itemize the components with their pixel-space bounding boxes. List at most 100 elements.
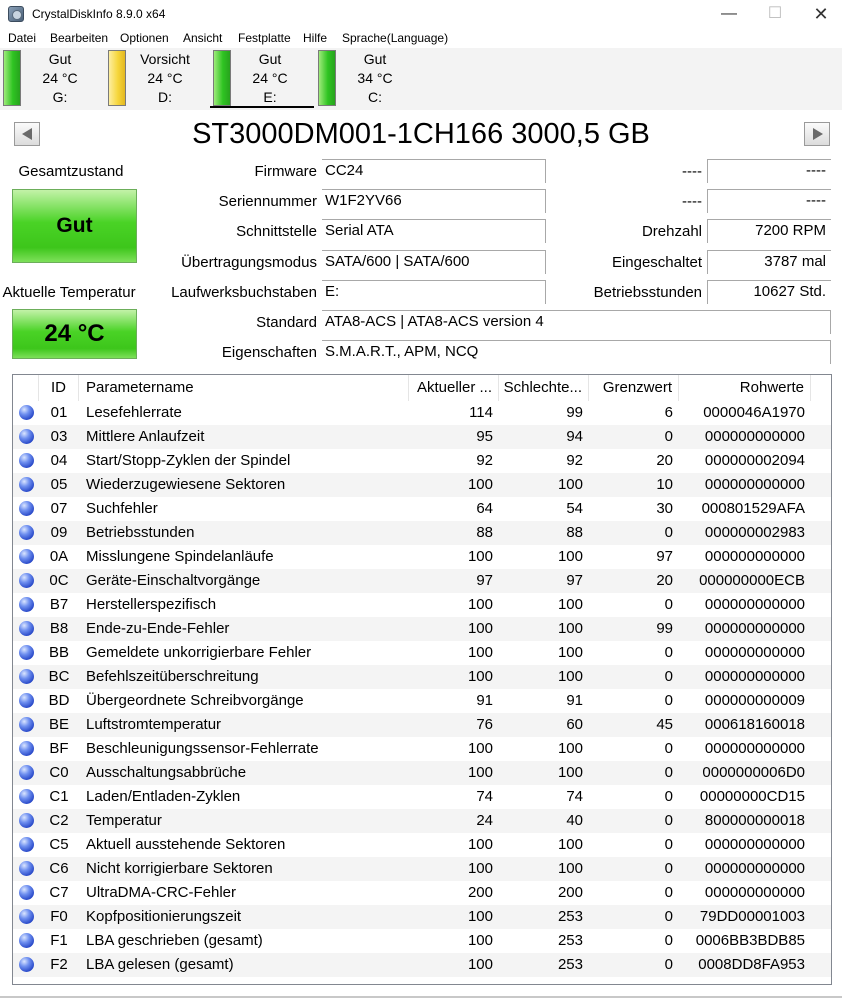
table-row[interactable]: BD Übergeordnete Schreibvorgänge 91 91 0 0000… <box>13 689 831 713</box>
table-row[interactable]: 01 Lesefehlerrate 114 99 6 0000046A1970 <box>13 401 831 425</box>
attr-id: F0 <box>50 908 68 925</box>
status-dot-icon <box>19 573 34 588</box>
attr-id: 07 <box>50 500 68 517</box>
column-header-status[interactable] <box>13 375 39 401</box>
attr-raw-value: 000801529AFA <box>701 500 805 517</box>
table-row[interactable]: C1 Laden/Entladen-Zyklen 74 74 0 00000000CD15 <box>13 785 831 809</box>
attr-name: Misslungene Spindelanläufe <box>86 548 274 565</box>
menu-festplatte[interactable]: Festplatte <box>238 31 291 45</box>
attr-id: 09 <box>50 524 68 541</box>
attr-name: Mittlere Anlaufzeit <box>86 428 205 445</box>
close-button[interactable]: ✕ <box>798 0 842 28</box>
attr-current: 92 <box>476 452 493 469</box>
attr-threshold: 20 <box>656 452 673 469</box>
column-header-id[interactable]: ID <box>39 375 79 401</box>
attr-threshold: 0 <box>664 836 673 853</box>
health-status-badge[interactable]: Gut <box>12 189 137 263</box>
table-row[interactable]: C0 Ausschaltungsabbrüche 100 100 0 0000000006… <box>13 761 831 785</box>
temperature-badge[interactable]: 24 °C <box>12 309 137 359</box>
table-row[interactable]: F0 Kopfpositionierungszeit 100 253 0 79DD0000… <box>13 905 831 929</box>
attr-threshold: 99 <box>656 620 673 637</box>
attr-name: Ausschaltungsabbrüche <box>86 764 247 781</box>
attr-worst: 253 <box>557 956 583 973</box>
previous-disk-button[interactable] <box>14 122 40 146</box>
attr-worst: 253 <box>557 908 583 925</box>
disk-tab-g[interactable]: Gut 24 °C G: <box>0 48 104 108</box>
attr-id: 01 <box>50 404 68 421</box>
table-row[interactable]: BB Gemeldete unkorrigierbare Fehler 100 100… <box>13 641 831 665</box>
menu-optionen[interactable]: Optionen <box>120 31 169 45</box>
attr-raw-value: 0006BB3BDB85 <box>695 932 805 949</box>
attr-threshold: 0 <box>664 884 673 901</box>
table-row[interactable]: 04 Start/Stopp-Zyklen der Spindel 92 92 20 00… <box>13 449 831 473</box>
attr-worst: 100 <box>557 596 583 613</box>
right-label-1: ---- <box>682 163 702 180</box>
status-dot-icon <box>19 861 34 876</box>
disk-tab-d[interactable]: Vorsicht 24 °C D: <box>105 48 209 108</box>
attr-current: 100 <box>467 740 493 757</box>
column-header-worst[interactable]: Schlechte... <box>499 375 589 401</box>
attr-threshold: 0 <box>664 668 673 685</box>
table-row[interactable]: C5 Aktuell ausstehende Sektoren 100 100 0 000… <box>13 833 831 857</box>
table-row[interactable]: 0A Misslungene Spindelanläufe 100 100 97 0000… <box>13 545 831 569</box>
maximize-button[interactable]: ☐ <box>752 0 798 28</box>
status-dot-icon <box>19 669 34 684</box>
power-on-count-label: Eingeschaltet <box>611 254 702 271</box>
table-row[interactable]: 03 Mittlere Anlaufzeit 95 94 0 000000000000 <box>13 425 831 449</box>
minimize-button[interactable]: — <box>706 0 752 28</box>
attr-id: BB <box>48 644 69 661</box>
table-row[interactable]: C6 Nicht korrigierbare Sektoren 100 100 0 000… <box>13 857 831 881</box>
smart-attributes-table[interactable]: ID Parametername Aktueller ... Schlechte… <box>12 374 832 985</box>
attr-name: Kopfpositionierungszeit <box>86 908 242 925</box>
health-indicator-bar <box>318 50 336 106</box>
status-dot-icon <box>19 717 34 732</box>
attr-id: B7 <box>49 596 69 613</box>
table-row[interactable]: 07 Suchfehler 64 54 30 000801529AFA <box>13 497 831 521</box>
table-row[interactable]: B7 Herstellerspezifisch 100 100 0 00000000000… <box>13 593 831 617</box>
menu-datei[interactable]: Datei <box>8 31 36 45</box>
table-row[interactable]: F2 LBA gelesen (gesamt) 100 253 0 0008DD8FA95… <box>13 953 831 977</box>
table-row[interactable]: C7 UltraDMA-CRC-Fehler 200 200 0 000000000000 <box>13 881 831 905</box>
attr-name: Gemeldete unkorrigierbare Fehler <box>86 644 312 661</box>
table-row[interactable]: BE Luftstromtemperatur 76 60 45 000618160018 <box>13 713 831 737</box>
attr-current: 88 <box>476 524 493 541</box>
status-dot-icon <box>19 501 34 516</box>
standard-label: Standard <box>256 314 317 331</box>
attr-name: Geräte-Einschaltvorgänge <box>86 572 261 589</box>
table-row[interactable]: F1 LBA geschrieben (gesamt) 100 253 0 0006BB3… <box>13 929 831 953</box>
attr-id: C0 <box>49 764 69 781</box>
table-row[interactable]: C2 Temperatur 24 40 0 800000000018 <box>13 809 831 833</box>
disk-tab-e[interactable]: Gut 24 °C E: <box>210 48 314 108</box>
attr-name: Befehlszeitüberschreitung <box>86 668 259 685</box>
status-dot-icon <box>19 645 34 660</box>
column-header-raw[interactable]: Rohwerte <box>679 375 811 401</box>
column-header-threshold[interactable]: Grenzwert <box>589 375 679 401</box>
attr-worst: 91 <box>566 692 583 709</box>
attr-name: UltraDMA-CRC-Fehler <box>86 884 237 901</box>
table-row[interactable]: BC Befehlszeitüberschreitung 100 100 0 000000… <box>13 665 831 689</box>
attr-current: 64 <box>476 500 493 517</box>
menu-sprache[interactable]: Sprache(Language) <box>342 31 448 45</box>
menu-ansicht[interactable]: Ansicht <box>183 31 222 45</box>
attr-threshold: 0 <box>664 524 673 541</box>
status-dot-icon <box>19 453 34 468</box>
menu-hilfe[interactable]: Hilfe <box>303 31 327 45</box>
table-row[interactable]: 05 Wiederzugewiesene Sektoren 100 100 10 0000… <box>13 473 831 497</box>
attr-worst: 100 <box>557 620 583 637</box>
next-disk-button[interactable] <box>804 122 830 146</box>
attr-raw-value: 000000002983 <box>704 524 805 541</box>
column-header-current[interactable]: Aktueller ... <box>409 375 499 401</box>
table-row[interactable]: B8 Ende-zu-Ende-Fehler 100 100 99 00000000000… <box>13 617 831 641</box>
attr-worst: 74 <box>566 788 583 805</box>
table-row[interactable]: 09 Betriebsstunden 88 88 0 000000002983 <box>13 521 831 545</box>
column-header-name[interactable]: Parametername <box>79 375 409 401</box>
status-dot-icon <box>19 693 34 708</box>
status-dot-icon <box>19 549 34 564</box>
attr-current: 100 <box>467 836 493 853</box>
table-row[interactable]: 0C Geräte-Einschaltvorgänge 97 97 20 00000000… <box>13 569 831 593</box>
attr-name: Beschleunigungssensor-Fehlerrate <box>86 740 319 757</box>
table-row[interactable]: BF Beschleunigungssensor-Fehlerrate 100 100… <box>13 737 831 761</box>
disk-tab-c[interactable]: Gut 34 °C C: <box>315 48 419 108</box>
attr-id: 03 <box>50 428 68 445</box>
menu-bearbeiten[interactable]: Bearbeiten <box>50 31 108 45</box>
